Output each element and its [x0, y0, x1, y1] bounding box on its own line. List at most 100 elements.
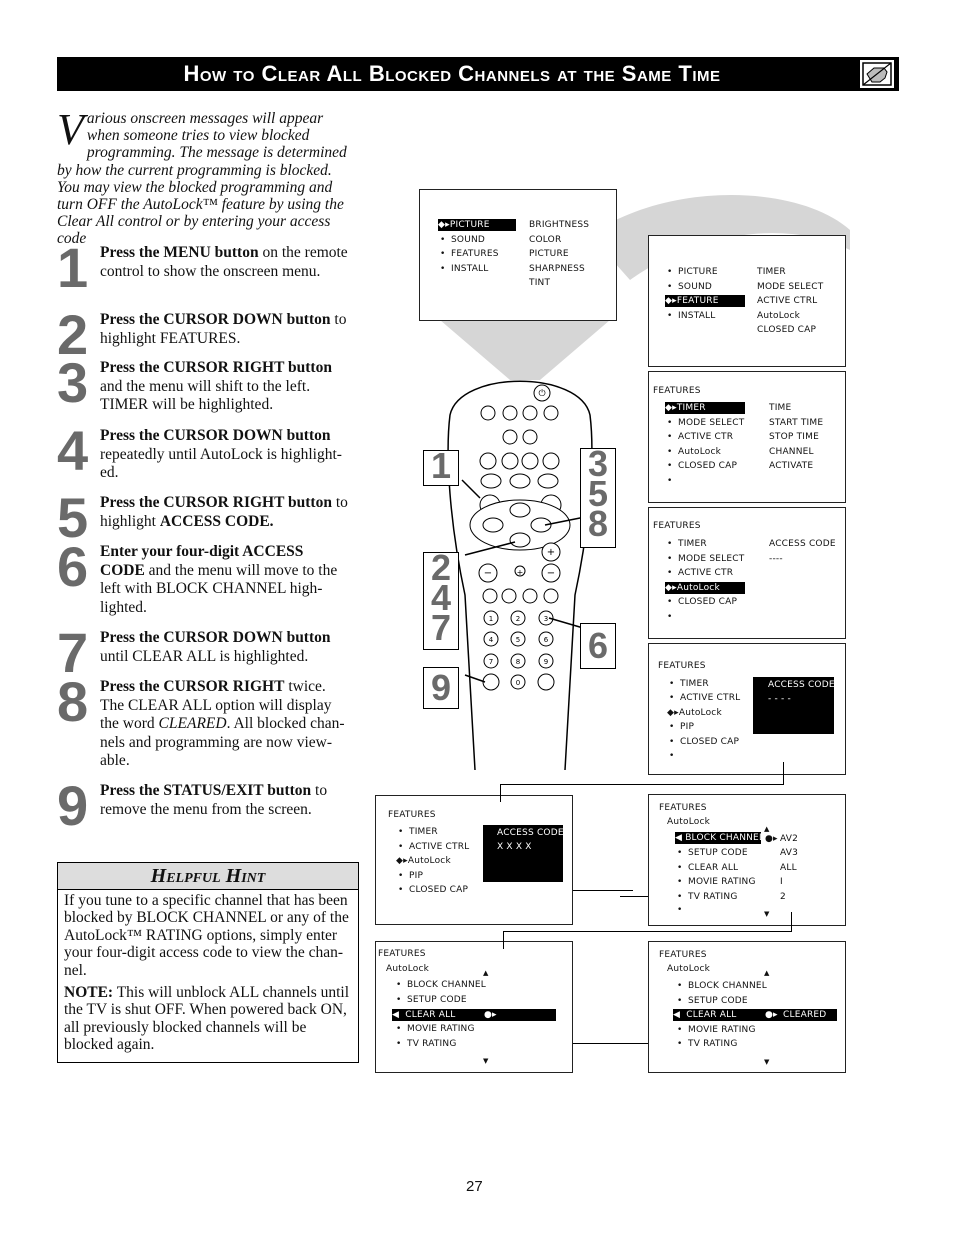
step-number: 3 — [57, 351, 88, 414]
step-text: Press the CURSOR DOWN button repeatedly … — [100, 427, 342, 482]
step-number: 1 — [57, 236, 88, 299]
hint-paragraph: If you tune to a specific channel that h… — [64, 892, 349, 979]
menu-item: CLOSED CAP — [667, 596, 737, 608]
digit-8: 8 — [516, 658, 520, 666]
menu-screen-7: FEATURES AutoLock ▲ ◀ BLOCK CHANNEL SETU… — [648, 794, 846, 926]
step-number: 6 — [57, 535, 88, 598]
menu-header: FEATURES — [388, 810, 436, 820]
menu-header: FEATURES — [378, 949, 426, 959]
connector-line — [573, 890, 633, 891]
submenu-item: TIMER — [757, 267, 786, 277]
menu-item: TIMER — [398, 826, 438, 838]
menu-item: CLEAR ALL — [677, 862, 738, 874]
menu-item-selected: ◆▸PICTURE — [438, 219, 516, 231]
menu-item-selected: ◆▸AutoLock — [667, 708, 722, 718]
menu-item-selected: ◀ CLEAR ALL ●▸ — [392, 1009, 556, 1021]
menu-screen-2: PICTURE SOUND ◆▸FEATURE INSTALL TIMER MO… — [648, 235, 846, 367]
menu-screen-6: FEATURES TIMER ACTIVE CTRL ◆▸AutoLock PI… — [375, 795, 573, 925]
drop-cap: V — [57, 105, 84, 154]
menu-item: SETUP CODE — [396, 994, 467, 1006]
submenu-item: TIME — [769, 403, 792, 413]
digit-2: 2 — [516, 615, 520, 623]
submenu-header: AutoLock — [386, 964, 430, 974]
menu-screen-3: FEATURES ◆▸TIMER MODE SELECT ACTIVE CTR … — [648, 371, 846, 503]
menu-item-selected: ◆▸AutoLock — [396, 856, 451, 866]
cursor-up-button — [509, 502, 531, 518]
submenu-item: PICTURE — [529, 249, 569, 259]
submenu-item: TINT — [529, 278, 551, 288]
connector-line — [791, 912, 792, 932]
step-number: 9 — [57, 774, 88, 837]
step-text: Enter your four-digit ACCESS CODE and th… — [100, 543, 338, 616]
submenu-item: STOP TIME — [769, 432, 819, 442]
menu-item: SOUND — [667, 281, 712, 293]
menu-item: TIMER — [669, 678, 709, 690]
submenu-header: AutoLock — [667, 817, 711, 827]
menu-item: INSTALL — [440, 263, 488, 275]
menu-item: PIP — [669, 721, 694, 733]
menu-header: FEATURES — [653, 521, 701, 531]
menu-item: ACTIVE CTRL — [669, 692, 740, 704]
access-code-box: ACCESS CODE - - - - — [753, 677, 835, 734]
menu-screen-4: FEATURES TIMER MODE SELECT ACTIVE CTR ◆▸… — [648, 507, 846, 639]
connector-line — [500, 784, 784, 785]
submenu-item: MODE SELECT — [757, 282, 824, 292]
menu-item-selected: ◀ BLOCK CHANNEL — [675, 832, 765, 844]
menu-item: SETUP CODE — [677, 847, 748, 859]
menu-item: TV RATING — [677, 891, 738, 903]
menu-screen-8: FEATURES AutoLock ▲ BLOCK CHANNEL SETUP … — [375, 941, 573, 1073]
submenu-header: AutoLock — [667, 964, 711, 974]
hint-heading: Helpful Hint — [58, 863, 358, 890]
submenu-item: AutoLock — [757, 311, 801, 321]
submenu-item: BRIGHTNESS — [529, 220, 590, 230]
connector-arrow — [573, 1043, 648, 1044]
menu-item: TV RATING — [677, 1038, 738, 1050]
cursor-icon: ●▸ — [765, 834, 778, 844]
menu-item-selected: ◆▸AutoLock — [665, 582, 745, 594]
submenu-item: START TIME — [769, 418, 824, 428]
scroll-down-icon: ▼ — [764, 1058, 770, 1066]
connector-arrow — [500, 784, 501, 802]
menu-item-empty — [667, 475, 678, 487]
digit-7: 7 — [489, 658, 493, 666]
title-bar: How to Clear All Blocked Channels at the… — [57, 57, 899, 91]
access-code-value: - - - - — [768, 694, 791, 704]
menu-item-selected: ◆▸FEATURE — [665, 295, 745, 307]
menu-item: SETUP CODE — [677, 995, 748, 1007]
hint-note: NOTE: This will unblock ALL channels unt… — [64, 984, 350, 1054]
submenu-item: ACTIVE CTRL — [757, 296, 818, 306]
menu-item-selected: ◆▸TIMER — [665, 402, 745, 414]
connector-arrow — [620, 896, 648, 897]
menu-header: FEATURES — [658, 661, 706, 671]
menu-screen-5: FEATURES TIMER ACTIVE CTRL ◆▸AutoLock PI… — [648, 643, 846, 775]
digit-0: 0 — [516, 679, 520, 687]
submenu-item: CHANNEL — [769, 447, 814, 457]
connector-line — [503, 931, 792, 932]
menu-item: TV RATING — [396, 1038, 457, 1050]
scroll-up-icon: ▲ — [483, 969, 489, 977]
cursor-left-button — [482, 517, 504, 533]
scroll-up-icon: ▲ — [764, 969, 770, 977]
callout-steps-2-4-7: 2 4 7 — [423, 550, 459, 650]
step-text: Press the STATUS/EXIT button to remove t… — [100, 782, 328, 818]
channel-value: ALL — [780, 863, 797, 873]
menu-item: ACTIVE CTR — [667, 567, 733, 579]
svg-text:−: − — [547, 568, 555, 579]
menu-header: FEATURES — [653, 386, 701, 396]
menu-item: BLOCK CHANNEL — [396, 979, 486, 991]
digit-5: 5 — [516, 636, 520, 644]
menu-item: INSTALL — [667, 310, 715, 322]
menu-item: MODE SELECT — [667, 417, 744, 429]
svg-text:−: − — [484, 568, 492, 579]
menu-item: FEATURES — [440, 248, 499, 260]
menu-item: ACTIVE CTR — [667, 431, 733, 443]
digit-6: 6 — [544, 636, 549, 644]
menu-item: AutoLock — [667, 446, 721, 458]
menu-screen-9: FEATURES AutoLock ▲ BLOCK CHANNEL SETUP … — [648, 941, 846, 1073]
menu-item: MOVIE RATING — [677, 1024, 756, 1036]
step-text: Press the CURSOR DOWN button until CLEAR… — [100, 629, 331, 665]
menu-item-empty — [669, 750, 680, 762]
step-number: 4 — [57, 419, 88, 482]
menu-item: ACTIVE CTRL — [398, 841, 469, 853]
menu-item-empty — [667, 611, 678, 623]
